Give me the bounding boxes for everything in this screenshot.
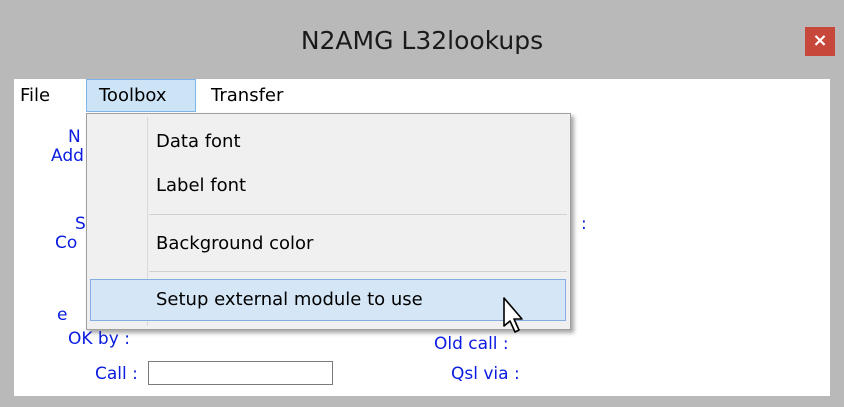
menu-separator — [149, 271, 567, 272]
menu-toolbox[interactable]: Toolbox — [86, 79, 196, 112]
label-partial-n: N — [68, 127, 81, 147]
label-partial-e: e — [57, 305, 68, 325]
close-button[interactable]: × — [805, 27, 835, 56]
window-title: N2AMG L32lookups — [300, 26, 544, 55]
close-icon: × — [812, 30, 828, 51]
mouse-cursor-icon — [503, 297, 523, 333]
menu-item-data-font[interactable]: Data font — [156, 122, 241, 162]
menu-item-setup-external-module[interactable]: Setup external module to use — [156, 280, 423, 320]
label-partial-co: Co — [55, 233, 78, 253]
menu-bar: File Toolbox Transfer — [14, 79, 830, 112]
label-partial-s: S — [75, 214, 86, 234]
qsl-via-label: Qsl via : — [451, 364, 520, 384]
label-partial-add: Add — [51, 146, 84, 166]
app-window: N2AMG L32lookups × File Toolbox Transfer… — [0, 0, 844, 407]
title-bar[interactable]: N2AMG L32lookups × — [0, 0, 844, 72]
call-input[interactable] — [148, 361, 333, 385]
menu-separator — [149, 214, 567, 215]
menu-transfer[interactable]: Transfer — [211, 79, 283, 112]
call-label: Call : — [95, 364, 138, 384]
ok-by-label: OK by : — [68, 329, 130, 349]
menu-item-label-font[interactable]: Label font — [156, 166, 246, 206]
label-partial-right: : — [581, 214, 587, 234]
menu-file[interactable]: File — [20, 79, 50, 112]
menu-item-background-color[interactable]: Background color — [156, 224, 313, 264]
